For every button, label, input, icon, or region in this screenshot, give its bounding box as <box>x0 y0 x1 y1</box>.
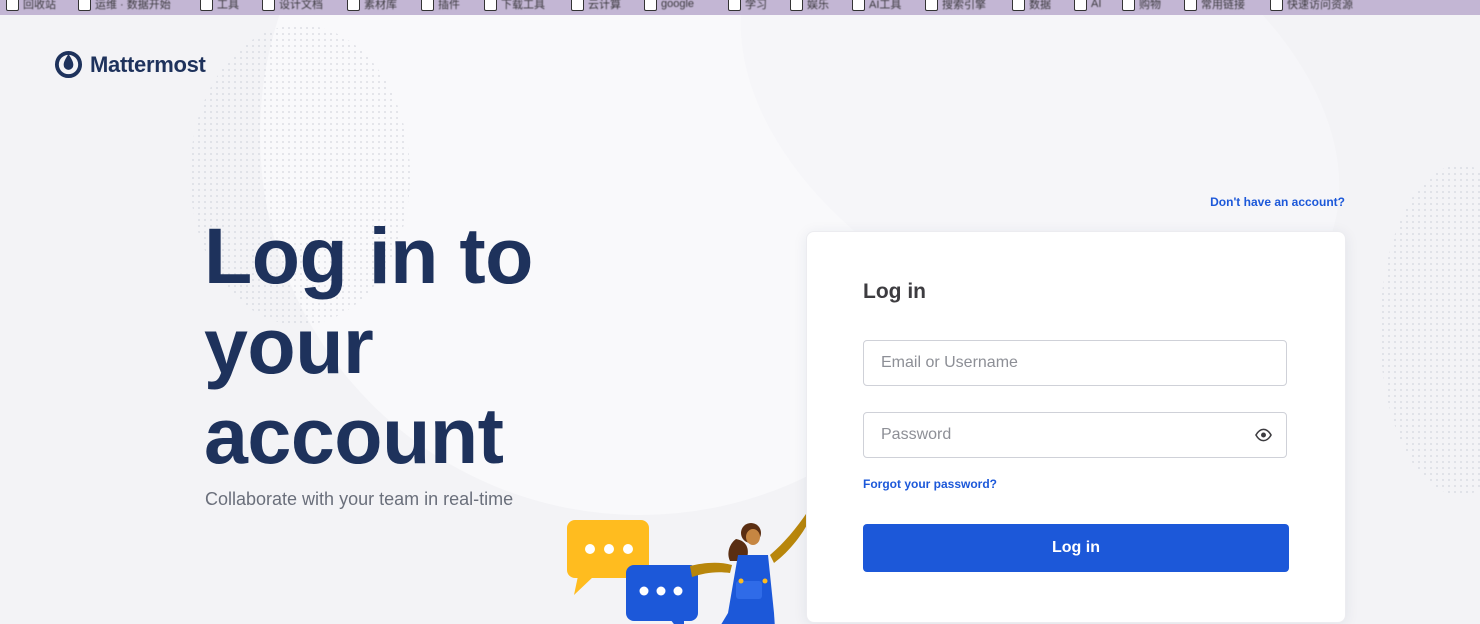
bookmark-folder-icon <box>790 0 803 11</box>
bookmark-item[interactable]: 娱乐 <box>790 0 829 11</box>
bookmarks-bar: 回收站 运维 · 数据开始 工具 设计文档 素材库 插件 下载工具 云计算 go… <box>0 0 1480 15</box>
bookmark-item[interactable]: 素材库 <box>347 0 397 11</box>
password-field[interactable] <box>863 412 1287 458</box>
bookmark-item[interactable]: 运维 · 数据开始 <box>78 0 171 11</box>
bookmark-item[interactable]: AI工具 <box>852 0 901 11</box>
bookmark-folder-icon <box>728 0 741 11</box>
login-page: Mattermost Log in to your account Collab… <box>0 15 1480 624</box>
bookmark-item[interactable]: 购物 <box>1122 0 1161 11</box>
bookmark-item[interactable]: 工具 <box>200 0 239 11</box>
bookmark-item[interactable]: AI <box>1074 0 1101 11</box>
bookmark-folder-icon <box>78 0 91 11</box>
bookmark-item[interactable]: google <box>644 0 694 11</box>
bookmark-folder-icon <box>200 0 213 11</box>
bookmark-item[interactable]: 设计文档 <box>262 0 323 11</box>
page-title: Log in to your account <box>204 211 533 480</box>
bookmark-folder-icon <box>925 0 938 11</box>
bookmark-folder-icon <box>1074 0 1087 11</box>
chat-illustration <box>567 511 812 624</box>
brand-name: Mattermost <box>90 51 206 77</box>
username-field[interactable] <box>863 340 1287 386</box>
bookmark-folder-icon <box>571 0 584 11</box>
password-input[interactable] <box>864 413 1286 457</box>
signup-link[interactable]: Don't have an account? <box>1210 195 1345 209</box>
bookmark-item[interactable]: 云计算 <box>571 0 621 11</box>
bookmark-folder-icon <box>347 0 360 11</box>
bookmark-item[interactable]: 回收站 <box>6 0 56 11</box>
bookmark-folder-icon <box>421 0 434 11</box>
page-subtitle: Collaborate with your team in real-time <box>205 489 514 509</box>
bookmark-item[interactable]: 学习 <box>728 0 767 11</box>
blue-chat-bubble-icon <box>626 565 698 624</box>
bookmark-item[interactable]: 下载工具 <box>484 0 545 11</box>
eye-icon[interactable] <box>1255 428 1272 442</box>
bookmark-item[interactable]: 搜索引擎 <box>925 0 986 11</box>
bookmark-folder-icon <box>644 0 657 11</box>
bookmark-folder-icon <box>484 0 497 11</box>
login-card: Log in Forgot your password? Log in <box>806 231 1346 623</box>
username-input[interactable] <box>864 341 1286 385</box>
login-button[interactable]: Log in <box>863 524 1289 572</box>
bookmark-item[interactable]: 快速访问资源 <box>1270 0 1353 11</box>
bookmark-folder-icon <box>6 0 19 11</box>
login-card-title: Log in <box>863 280 926 303</box>
bookmark-folder-icon <box>852 0 865 11</box>
forgot-password-link[interactable]: Forgot your password? <box>863 477 997 491</box>
bookmark-folder-icon <box>1270 0 1283 11</box>
bookmark-folder-icon <box>1184 0 1197 11</box>
person-figure-icon <box>690 511 812 624</box>
bookmark-item[interactable]: 插件 <box>421 0 460 11</box>
bookmark-item[interactable]: 常用链接 <box>1184 0 1245 11</box>
bookmark-item[interactable]: 数据 <box>1012 0 1051 11</box>
background-dots <box>1380 165 1480 495</box>
bookmark-folder-icon <box>262 0 275 11</box>
brand-logo[interactable]: Mattermost <box>54 50 206 79</box>
bookmark-folder-icon <box>1012 0 1025 11</box>
mattermost-logo-icon <box>54 50 83 79</box>
bookmark-folder-icon <box>1122 0 1135 11</box>
